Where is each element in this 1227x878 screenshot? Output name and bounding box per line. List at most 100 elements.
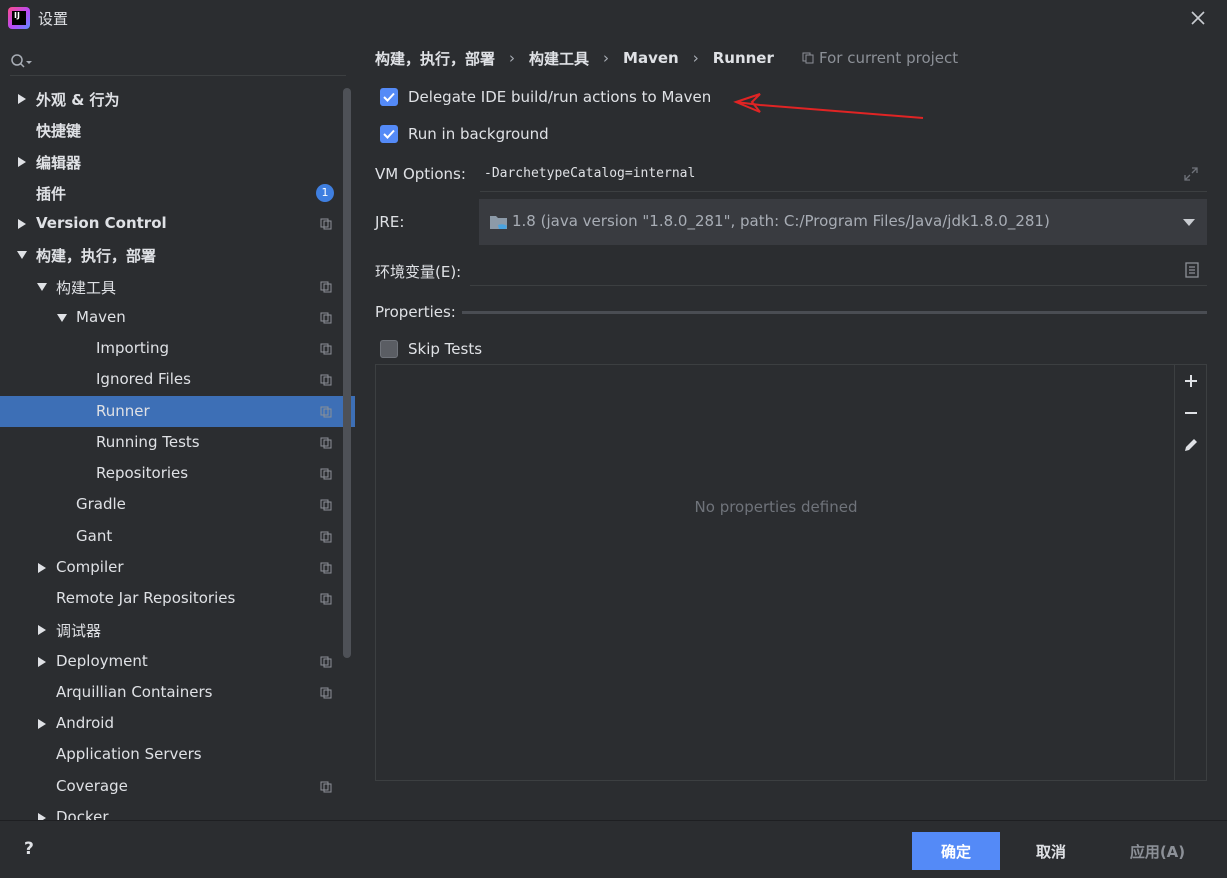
- delegate-build-checkbox-row[interactable]: Delegate IDE build/run actions to Maven: [380, 88, 711, 106]
- expanded-arrow-icon[interactable]: [36, 281, 48, 293]
- project-scope-icon: [320, 593, 332, 605]
- sidebar-item-label: 构建，执行，部署: [36, 247, 157, 266]
- env-vars-field[interactable]: [470, 256, 1207, 286]
- chevron-down-icon: [1183, 219, 1195, 226]
- sidebar-item[interactable]: Android: [0, 708, 355, 739]
- sidebar-item[interactable]: 构建工具: [0, 271, 355, 302]
- collapsed-arrow-icon[interactable]: [36, 624, 48, 636]
- collapsed-arrow-icon[interactable]: [36, 562, 48, 574]
- collapsed-arrow-icon[interactable]: [36, 656, 48, 668]
- jdk-folder-icon: [490, 216, 507, 229]
- sidebar-item[interactable]: Version Control: [0, 208, 355, 239]
- intellij-app-icon: IJ: [8, 7, 30, 29]
- vm-options-label: VM Options:: [375, 165, 466, 183]
- vm-options-field[interactable]: -DarchetypeCatalog=internal: [480, 160, 1207, 192]
- properties-toolbar: [1174, 365, 1206, 780]
- project-scope-icon: [320, 437, 332, 449]
- collapsed-arrow-icon[interactable]: [36, 812, 48, 820]
- sidebar-item-label: Gant: [76, 526, 113, 545]
- help-button[interactable]: ?: [24, 839, 34, 859]
- expand-icon[interactable]: [1183, 166, 1199, 182]
- project-scope-icon: [320, 499, 332, 511]
- sidebar-item[interactable]: Runner: [0, 395, 355, 427]
- project-scope-icon: [320, 374, 332, 386]
- breadcrumb-item-maven: Maven: [623, 49, 679, 67]
- run-in-background-checkbox-row[interactable]: Run in background: [380, 125, 549, 143]
- sidebar-item[interactable]: 构建，执行，部署: [0, 239, 355, 270]
- breadcrumb-separator: ›: [509, 49, 516, 67]
- sidebar-item-label: Ignored Files: [96, 370, 191, 389]
- collapsed-arrow-icon[interactable]: [16, 93, 28, 105]
- sidebar-item[interactable]: Importing: [0, 333, 355, 364]
- sidebar-item[interactable]: 编辑器: [0, 146, 355, 177]
- sidebar-item[interactable]: 快捷键: [0, 114, 355, 145]
- sidebar-item-label: Runner: [96, 401, 150, 420]
- checkmark-icon: [383, 129, 395, 139]
- sidebar-item[interactable]: Arquillian Containers: [0, 677, 355, 708]
- breadcrumb-separator: ›: [603, 49, 610, 67]
- close-icon[interactable]: [1189, 9, 1207, 27]
- checkmark-icon: [383, 92, 395, 102]
- sidebar-item-label: Importing: [96, 339, 169, 357]
- sidebar-item-label: Deployment: [56, 651, 148, 670]
- run-in-background-label: Run in background: [408, 125, 549, 143]
- sidebar-item-label: Docker: [56, 807, 109, 820]
- properties-label: Properties:: [375, 303, 456, 321]
- expanded-arrow-icon[interactable]: [16, 249, 28, 261]
- sidebar-item[interactable]: Repositories: [0, 458, 355, 489]
- sidebar-item[interactable]: Deployment: [0, 646, 355, 677]
- expanded-arrow-icon[interactable]: [56, 312, 68, 324]
- sidebar-item[interactable]: Application Servers: [0, 739, 355, 770]
- apply-button[interactable]: 应用(A): [1110, 832, 1205, 870]
- ok-button[interactable]: 确定: [912, 832, 1000, 870]
- project-scope-icon: [320, 468, 332, 480]
- document-icon[interactable]: [1185, 262, 1199, 278]
- sidebar-item[interactable]: Ignored Files: [0, 364, 355, 395]
- sidebar-item[interactable]: Coverage: [0, 771, 355, 802]
- breadcrumb-item-runner: Runner: [712, 49, 774, 67]
- skip-tests-label: Skip Tests: [408, 340, 483, 358]
- properties-table[interactable]: No properties defined: [375, 364, 1207, 781]
- sidebar-item-label: Android: [56, 714, 114, 732]
- sidebar-item[interactable]: Docker: [0, 802, 355, 820]
- jre-select[interactable]: 1.8 (java version "1.8.0_281", path: C:/…: [479, 199, 1207, 245]
- project-scope-icon: [320, 281, 332, 292]
- edit-icon[interactable]: [1181, 435, 1201, 455]
- skip-tests-checkbox[interactable]: [380, 340, 398, 358]
- sidebar-item[interactable]: Gradle: [0, 489, 355, 520]
- sidebar-item-label: 插件: [36, 184, 67, 203]
- collapsed-arrow-icon[interactable]: [16, 218, 28, 230]
- sidebar-item[interactable]: Remote Jar Repositories: [0, 583, 355, 614]
- settings-search-field[interactable]: [10, 48, 346, 76]
- sidebar-item[interactable]: 插件 1: [0, 177, 355, 208]
- sidebar-item[interactable]: 外观 & 行为: [0, 83, 355, 114]
- sidebar-item[interactable]: Gant: [0, 521, 355, 552]
- sidebar-item-label: 外观 & 行为: [36, 91, 120, 109]
- sidebar-item-label: Running Tests: [96, 432, 200, 451]
- sidebar-item[interactable]: Maven: [0, 302, 355, 333]
- sidebar-item-label: Gradle: [76, 495, 126, 514]
- delegate-build-checkbox[interactable]: [380, 88, 398, 106]
- sidebar-item[interactable]: Compiler: [0, 552, 355, 583]
- sidebar-item-label: 构建工具: [56, 278, 117, 297]
- scope-indicator: For current project: [802, 46, 958, 70]
- search-icon[interactable]: [10, 53, 34, 71]
- run-in-background-checkbox[interactable]: [380, 125, 398, 143]
- breadcrumb-separator: ›: [692, 49, 699, 67]
- collapsed-arrow-icon[interactable]: [36, 718, 48, 730]
- add-icon[interactable]: [1181, 371, 1201, 391]
- sidebar-item[interactable]: 调试器: [0, 614, 355, 645]
- sidebar-scrollbar[interactable]: [343, 88, 351, 658]
- cancel-button[interactable]: 取消: [1012, 832, 1090, 870]
- sidebar-item-label: Repositories: [96, 464, 189, 482]
- project-scope-icon: [320, 343, 332, 355]
- sidebar-item-label: 编辑器: [36, 153, 82, 172]
- skip-tests-checkbox-row[interactable]: Skip Tests: [380, 340, 482, 358]
- sidebar-item[interactable]: Running Tests: [0, 427, 355, 458]
- sidebar-item-label: Application Servers: [56, 745, 202, 764]
- collapsed-arrow-icon[interactable]: [16, 156, 28, 168]
- project-scope-icon: [320, 406, 332, 417]
- settings-sidebar: 外观 & 行为快捷键编辑器插件 1 Version Control 构建，执行，部署构…: [0, 38, 355, 820]
- sidebar-item-label: Coverage: [56, 776, 128, 795]
- remove-icon[interactable]: [1181, 403, 1201, 423]
